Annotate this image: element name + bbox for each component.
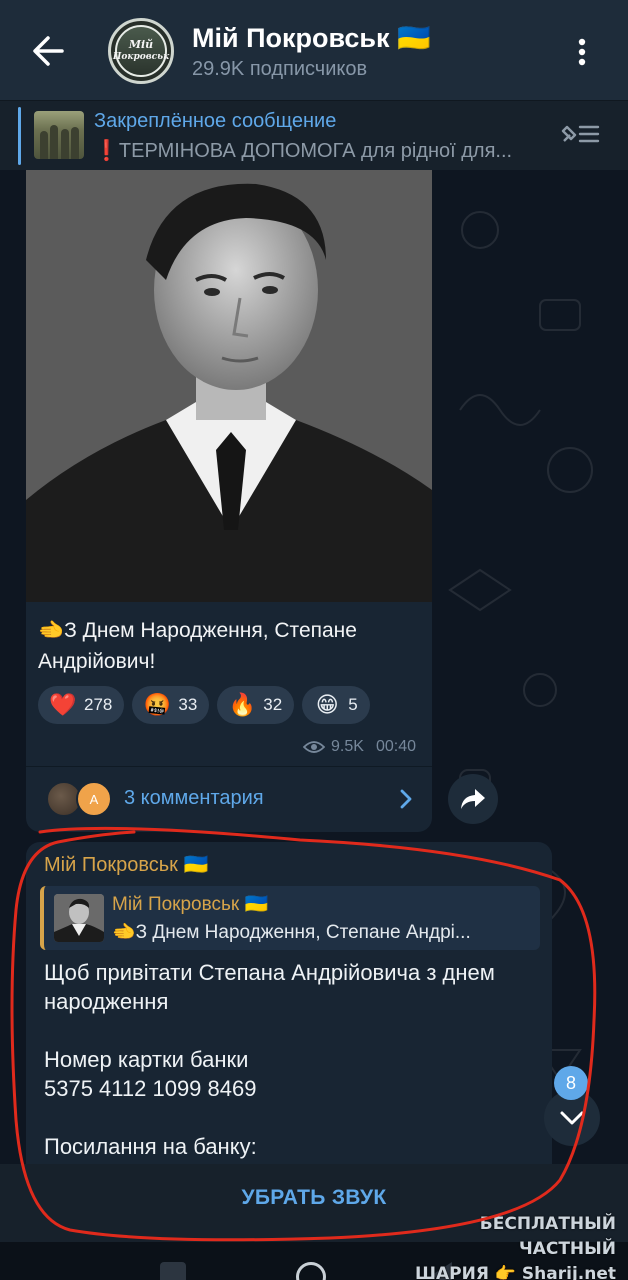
share-arrow-icon [461, 789, 485, 809]
reaction-fire[interactable]: 🔥 32 [217, 686, 295, 724]
watermark-line2: ШАРИЯ 👉 Sharij.net [414, 1264, 616, 1280]
quote-author: Мій Покровськ 🇺🇦 [112, 894, 269, 915]
reactions-row: ❤️ 278 🤬 33 🔥 32 😁 5 [38, 686, 370, 724]
avatar-text-line2: Покровськ [112, 52, 170, 62]
reaction-cursing[interactable]: 🤬 33 [132, 686, 210, 724]
chat-header: Мій Покровськ Мій Покровськ 🇺🇦 29.9K под… [0, 0, 628, 100]
pinned-title: Закреплённое сообщение [94, 110, 337, 132]
chevron-right-icon [396, 785, 416, 813]
pinned-text-content: ТЕРМІНОВА ДОПОМОГА для рідної для... [118, 140, 513, 162]
channel-avatar[interactable]: Мій Покровськ [108, 18, 174, 84]
post-time: 00:40 [375, 738, 416, 755]
fire-icon: 🔥 [228, 692, 256, 717]
pinned-thumbnail [34, 111, 84, 159]
reaction-heart[interactable]: ❤️ 278 [38, 686, 125, 724]
view-count: 9.5K [331, 738, 364, 755]
share-button[interactable] [448, 774, 498, 824]
watermark: БЕСПЛАТНЫЙ ЧАСТНЫЙ ШАРИЯ 👉 Sharij.net [394, 1212, 616, 1280]
pinned-indicator [18, 107, 21, 165]
quote-text: 🫲З Днем Народження, Степане Андрі... [112, 922, 471, 943]
channel-post: 🫲З Днем Народження, Степане Андрійович! … [26, 170, 432, 832]
reaction-count: 32 [263, 695, 283, 714]
channel-title[interactable]: Мій Покровськ 🇺🇦 [192, 22, 431, 54]
post-caption: 🫲З Днем Народження, Степане Андрійович! [38, 619, 357, 673]
reaction-count: 33 [178, 695, 198, 714]
mute-button[interactable]: УБРАТЬ ЗВУК [0, 1186, 628, 1210]
eye-icon [303, 741, 326, 753]
quoted-message[interactable]: Мій Покровськ 🇺🇦 🫲З Днем Народження, Сте… [40, 886, 540, 950]
reaction-count: 278 [84, 695, 113, 714]
exclamation-icon: ❗ [94, 140, 119, 162]
quote-thumbnail [54, 894, 104, 942]
recent-apps-icon[interactable] [160, 1262, 186, 1280]
reaction-grin[interactable]: 😁 5 [302, 686, 370, 724]
pinned-message-bar[interactable]: Закреплённое сообщение ❗ТЕРМІНОВА ДОПОМО… [0, 100, 628, 170]
grinning-face-icon: 😁 [315, 692, 339, 717]
unread-badge: 8 [554, 1066, 588, 1100]
post-meta: 9.5K 00:40 [303, 738, 416, 756]
avatar-text-line1: Мій [128, 38, 154, 51]
more-vert-icon[interactable] [568, 32, 596, 72]
chevron-down-icon [560, 1111, 584, 1125]
subscriber-count: 29.9K подписчиков [192, 58, 368, 80]
chat-area[interactable]: 🫲З Днем Народження, Степане Андрійович! … [0, 170, 628, 1270]
red-heart-icon: ❤️ [49, 692, 77, 717]
pinned-list-icon[interactable] [558, 119, 602, 149]
commenter-avatar-letter: A [76, 781, 112, 817]
reaction-count: 5 [348, 695, 358, 714]
comments-button[interactable]: A 3 комментария [26, 766, 432, 832]
message-body: Щоб привітати Степана Андрійовича з днем… [44, 960, 495, 1159]
comments-label: 3 комментария [124, 787, 264, 809]
avatar-logo: Мій Покровськ [112, 25, 170, 77]
message-author[interactable]: Мій Покровськ 🇺🇦 [44, 852, 208, 877]
cursing-face-icon: 🤬 [143, 692, 172, 717]
back-arrow-icon[interactable] [22, 28, 78, 74]
post-photo[interactable] [26, 170, 432, 602]
pinned-text: ❗ТЕРМІНОВА ДОПОМОГА для рідної для... [94, 138, 512, 163]
watermark-line1: БЕСПЛАТНЫЙ ЧАСТНЫЙ [479, 1214, 616, 1259]
